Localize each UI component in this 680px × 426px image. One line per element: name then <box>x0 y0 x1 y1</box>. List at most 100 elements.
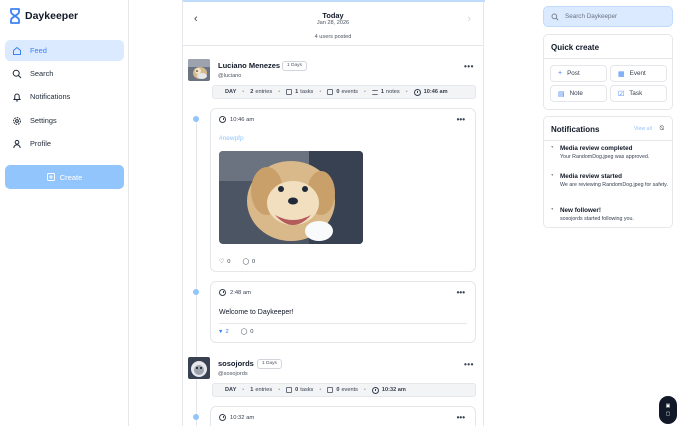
user-name[interactable]: sosojords <box>218 359 254 368</box>
notifications-panel: Notifications View all ⍉ ◔ Media review c… <box>543 116 673 228</box>
like-count: 2 <box>225 329 229 335</box>
quick-create-post-button[interactable]: + Post <box>550 65 607 82</box>
dog-photo <box>219 151 363 244</box>
post-reactions: ♡ 0 ◯ 0 <box>219 259 255 265</box>
post-time: 2:48 am <box>219 289 251 296</box>
sidebar-item-search[interactable]: Search <box>5 63 124 84</box>
post-time: 10:32 am <box>219 414 254 421</box>
notification-title: Media review completed <box>560 145 633 152</box>
comment-count: 0 <box>250 329 254 335</box>
avatar[interactable] <box>188 59 210 81</box>
sidebar-item-profile[interactable]: Profile <box>5 133 124 154</box>
floating-lock-button[interactable]: ▣ ▢ <box>659 396 677 424</box>
sidebar-item-feed[interactable]: Feed <box>5 40 124 61</box>
app-logo[interactable]: Daykeeper <box>9 8 78 24</box>
entries-count: 2 <box>250 89 254 95</box>
post-time-text: 10:46 am <box>230 116 255 123</box>
day-date: Jan 28, 2026 <box>316 20 350 26</box>
post-card[interactable]: 10:46 am ••• #newpfp ♡ 0 ◯ 0 <box>210 108 476 272</box>
create-button[interactable]: Create <box>5 165 124 189</box>
comment-button[interactable]: ◯ 0 <box>242 259 255 265</box>
quick-create-note-button[interactable]: ▤ Note <box>550 85 607 102</box>
post-divider <box>219 323 467 324</box>
events-label: events <box>341 387 358 393</box>
view-all-link[interactable]: View all <box>634 126 652 132</box>
clock-icon <box>413 88 421 96</box>
post-more-options-icon[interactable]: ••• <box>457 413 465 422</box>
clock-icon <box>219 116 226 123</box>
more-options-icon[interactable]: ••• <box>464 62 474 71</box>
stats-day-label: DAY <box>225 387 237 393</box>
post-more-options-icon[interactable]: ••• <box>457 288 465 297</box>
avatar-image <box>188 59 210 81</box>
search-placeholder: Search Daykeeper <box>565 13 618 20</box>
quick-create-panel: Quick create + Post ▦ Event ▤ Note ☑ Task <box>543 34 673 110</box>
sidebar-item-label: Search <box>30 69 54 78</box>
post-card[interactable]: 2:48 am ••• Welcome to Daykeeper! ♥ 2 ◯ 0 <box>210 281 476 343</box>
home-icon <box>13 46 21 55</box>
search-input[interactable]: Search Daykeeper <box>543 6 673 27</box>
notification-item[interactable]: ◔ Media review started We are reviewing R… <box>550 173 668 189</box>
comment-icon: ◯ <box>240 329 248 335</box>
plus-square-icon <box>46 173 55 181</box>
post-time-text: 10:32 am <box>230 414 255 421</box>
like-button[interactable]: ♡ 0 <box>219 259 230 265</box>
quick-create-title: Quick create <box>551 43 600 52</box>
heart-filled-icon: ♥ <box>219 329 223 335</box>
bell-off-icon[interactable]: ⍉ <box>660 125 664 133</box>
calendar-icon <box>327 387 334 393</box>
quick-create-task-button[interactable]: ☑ Task <box>610 85 667 102</box>
calendar-icon <box>327 89 334 95</box>
quick-create-label: Task <box>629 90 643 97</box>
events-label: events <box>341 89 358 95</box>
post-time-text: 2:48 am <box>230 289 251 296</box>
notification-item[interactable]: ◔ Media review completed Your RandomDog.j… <box>550 145 668 161</box>
comment-button[interactable]: ◯ 0 <box>241 329 254 335</box>
quick-create-event-button[interactable]: ▦ Event <box>610 65 667 82</box>
day-stats-bar[interactable]: DAY • 2 entries • 1 tasks • 0 events • 1 not… <box>212 85 476 99</box>
sidebar-item-settings[interactable]: Settings <box>5 110 124 131</box>
notification-item[interactable]: ◔ New follower! sosojords started followi… <box>550 207 668 223</box>
like-count: 0 <box>227 259 231 265</box>
unlock-icon: ▢ <box>665 411 671 417</box>
more-options-icon[interactable]: ••• <box>464 360 474 369</box>
note-icon: ▤ <box>558 90 565 98</box>
avatar[interactable] <box>188 357 210 379</box>
entries-count: 1 <box>250 387 254 393</box>
post-more-options-icon[interactable]: ••• <box>457 115 465 124</box>
plus-icon: + <box>558 70 563 77</box>
divider <box>544 140 672 141</box>
like-button[interactable]: ♥ 2 <box>219 329 229 335</box>
events-count: 0 <box>336 387 340 393</box>
stats-time: 10:32 am <box>381 387 406 393</box>
post-image[interactable] <box>219 151 363 244</box>
chevron-right-icon[interactable]: › <box>467 13 471 25</box>
user-handle[interactable]: @sosojords <box>218 371 248 377</box>
feed-day-header: ‹ Today Jan 28, 2026 4 users posted › <box>183 2 483 46</box>
task-icon: ☑ <box>618 90 625 98</box>
sidebar-item-label: Profile <box>30 139 51 148</box>
comment-count: 0 <box>251 259 256 265</box>
days-badge: 1 Days <box>282 61 307 71</box>
entries-label: entries <box>255 387 273 393</box>
clock-icon <box>219 414 226 421</box>
avatar-image <box>188 357 210 379</box>
post-reactions: ♥ 2 ◯ 0 <box>219 329 253 335</box>
sidebar-item-label: Notifications <box>30 92 71 101</box>
notes-label: notes <box>386 89 400 95</box>
users-posted-count: 4 users posted <box>314 34 352 40</box>
notification-title: New follower! <box>560 207 601 214</box>
timeline-dot <box>193 289 199 295</box>
app-name: Daykeeper <box>25 10 79 22</box>
stats-time: 10:46 am <box>423 89 448 95</box>
sidebar-item-notifications[interactable]: Notifications <box>5 86 124 107</box>
post-hashtag[interactable]: #newpfp <box>219 135 244 142</box>
notes-icon <box>371 89 378 95</box>
bell-icon: ◔ <box>550 207 554 213</box>
user-handle[interactable]: @luciano <box>218 73 241 79</box>
day-stats-bar[interactable]: DAY • 1 entries • 0 tasks • 0 events • 10:3… <box>212 383 476 397</box>
user-name[interactable]: Luciano Menezes <box>218 61 280 70</box>
gear-icon <box>13 116 21 125</box>
post-card[interactable]: 10:32 am ••• <box>210 406 476 426</box>
create-button-label: Create <box>59 172 83 182</box>
